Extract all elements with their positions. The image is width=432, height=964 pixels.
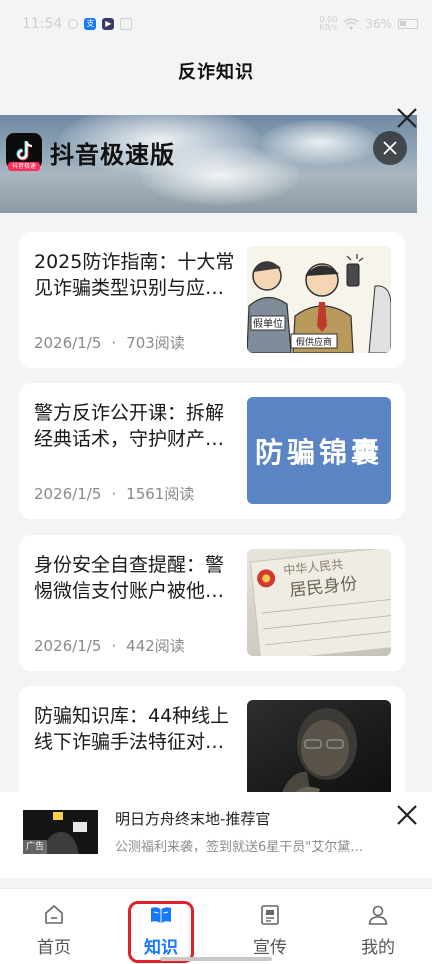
article-reads: 442阅读	[126, 637, 185, 655]
status-left: 11:54 支 ▶	[22, 16, 133, 32]
page-title: 反诈知识	[178, 62, 254, 83]
thumb-label: 假单位	[253, 317, 283, 330]
cloud-icon	[68, 19, 79, 29]
thumb-label: 假供应商	[296, 336, 332, 348]
article-meta: 2026/1/5 · 442阅读	[34, 635, 185, 656]
article-card[interactable]: 防骗知识库：44种线上线下诈骗手法特征对…	[19, 686, 405, 806]
article-card[interactable]: 身份安全自查提醒：警惕微信支付账户被他… 2026/1/5 · 442阅读 中华…	[19, 535, 405, 671]
article-date: 2026/1/5	[34, 484, 102, 503]
cartoon-illustration: 假单位 假供应商	[247, 246, 391, 353]
article-title: 警方反诈公开课：拆解经典话术，守护财产…	[34, 402, 225, 450]
nav-label: 我的	[361, 938, 395, 958]
close-icon[interactable]	[395, 106, 419, 130]
thumbnail-text: 防骗锦囊	[254, 435, 383, 469]
network-speed: 0.00 KB/s	[319, 15, 338, 32]
video-app-icon: ▶	[102, 18, 115, 30]
meta-dot: ·	[111, 333, 117, 352]
document-icon	[261, 905, 279, 925]
id-card-illustration: 中华人民共 居民身份	[249, 549, 391, 656]
status-time: 11:54	[22, 16, 63, 32]
status-bar: 11:54 支 ▶ 0.00 KB/s 36%	[0, 0, 432, 48]
ad-image: 广告	[23, 810, 98, 854]
home-indicator[interactable]	[160, 957, 272, 961]
message-icon	[120, 18, 133, 30]
cloud-decoration	[260, 120, 380, 165]
close-icon	[383, 141, 397, 155]
ad-app-name: 抖音极速版	[50, 141, 175, 169]
close-icon[interactable]	[395, 803, 419, 827]
person-icon	[368, 905, 388, 925]
battery-icon	[398, 19, 418, 29]
article-thumbnail: 中华人民共 居民身份	[247, 549, 391, 656]
status-right: 0.00 KB/s 36%	[320, 16, 418, 32]
article-card[interactable]: 警方反诈公开课：拆解经典话术，守护财产… 2026/1/5 · 1561阅读 防…	[19, 383, 405, 519]
article-meta: 2026/1/5 · 1561阅读	[34, 483, 194, 504]
article-thumbnail: 防骗锦囊	[247, 397, 391, 504]
article-meta: 2026/1/5 · 703阅读	[34, 332, 185, 353]
article-card[interactable]: 2025防诈指南：十大常见诈骗类型识别与应… 2026/1/5 · 703阅读 …	[19, 232, 405, 368]
bottom-nav: 首页 知识 宣传 我的	[0, 888, 432, 964]
article-reads: 703阅读	[126, 334, 185, 352]
article-reads: 1561阅读	[126, 485, 195, 503]
article-title: 2025防诈指南：十大常见诈骗类型识别与应…	[34, 251, 235, 299]
active-tab-highlight	[128, 901, 194, 963]
article-title: 身份安全自查提醒：警惕微信支付账户被他…	[34, 554, 225, 602]
ad-title: 明日方舟终末地-推荐官	[115, 810, 271, 828]
ad-close-button[interactable]	[373, 131, 407, 165]
meta-dot: ·	[111, 484, 117, 503]
home-icon	[45, 905, 63, 924]
bottom-ad-banner[interactable]: 广告 明日方舟终末地-推荐官 公测福利来袭，签到就送6星干员"艾尔黛…	[0, 792, 432, 878]
nav-item-publicity[interactable]: 宣传	[230, 889, 310, 964]
ad-tag: 广告	[23, 840, 48, 854]
wifi-icon	[343, 18, 359, 30]
ad-description: 公测福利来袭，签到就送6星干员"艾尔黛…	[115, 840, 364, 855]
article-thumbnail: 假单位 假供应商	[247, 246, 391, 353]
logo-badge: 抖音极速	[8, 162, 40, 171]
portrait-illustration	[277, 708, 357, 806]
article-date: 2026/1/5	[34, 636, 102, 655]
nav-label: 首页	[37, 938, 71, 958]
meta-dot: ·	[111, 636, 117, 655]
douyin-logo-icon: 抖音极速	[6, 133, 42, 171]
battery-percent: 36%	[365, 17, 392, 31]
alipay-icon: 支	[84, 18, 97, 30]
article-title: 防骗知识库：44种线上线下诈骗手法特征对…	[34, 705, 230, 753]
article-date: 2026/1/5	[34, 333, 102, 352]
top-ad-banner[interactable]: 抖音极速 抖音极速版	[0, 115, 417, 213]
music-note-icon	[16, 141, 33, 161]
header: 反诈知识	[0, 48, 432, 94]
nav-item-home[interactable]: 首页	[14, 889, 94, 964]
article-thumbnail	[247, 700, 391, 806]
nav-item-profile[interactable]: 我的	[338, 889, 418, 964]
nav-label: 宣传	[253, 938, 287, 958]
